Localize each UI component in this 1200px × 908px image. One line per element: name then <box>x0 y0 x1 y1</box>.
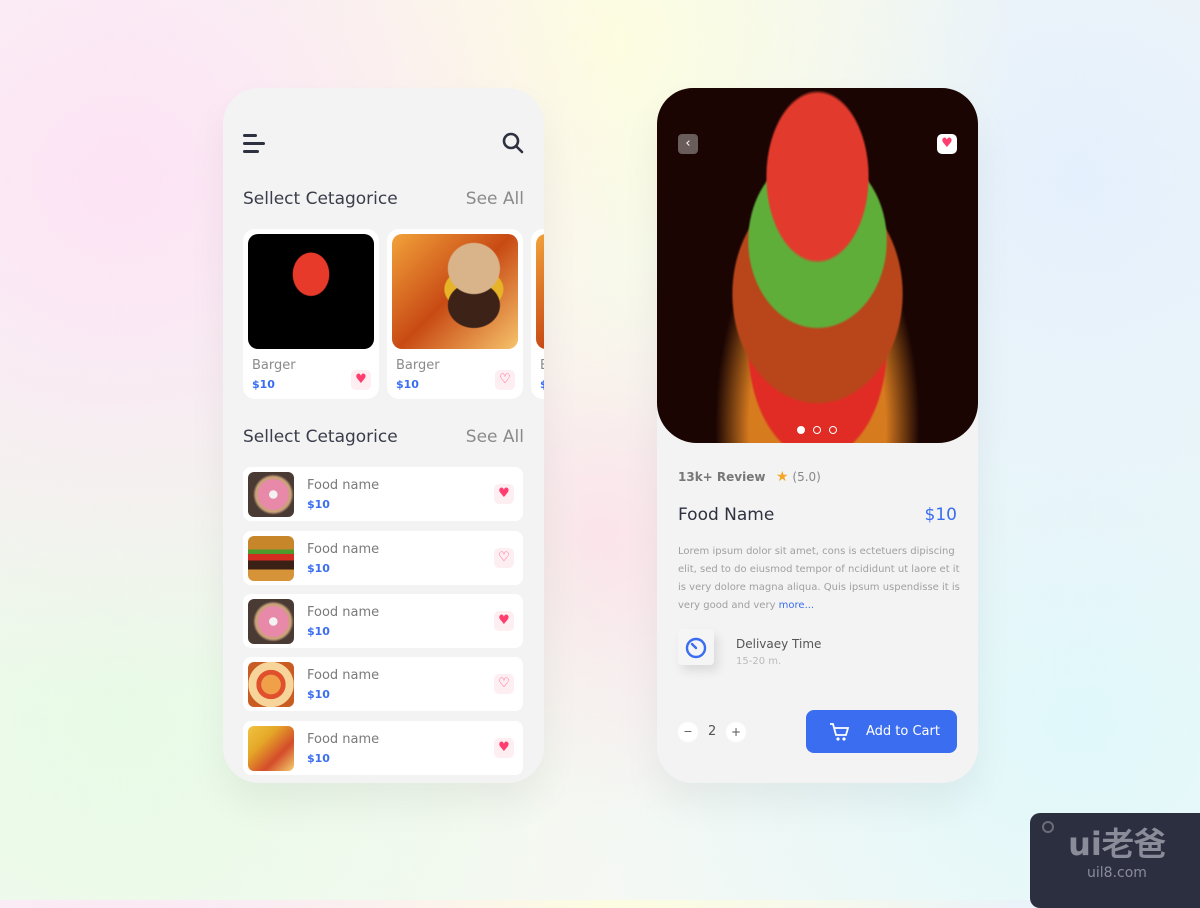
food-price: $10 <box>307 752 330 765</box>
category-card[interactable]: Barger $10 ♡ <box>387 229 523 399</box>
delivery-time: 15-20 m. <box>736 656 782 667</box>
list-item[interactable]: Food name $10 ♥ <box>243 721 523 775</box>
section-header: Sellect Cetagorice See All <box>243 427 524 447</box>
heart-filled-icon[interactable]: ♥ <box>351 370 371 390</box>
hero-burger-image[interactable]: ‹ ♥ <box>657 88 978 443</box>
burger-image <box>248 234 374 349</box>
food-price: $10 <box>924 505 957 525</box>
decrease-button[interactable]: − <box>678 722 698 742</box>
category-price: $10 <box>396 378 419 391</box>
more-link[interactable]: more... <box>779 600 814 611</box>
food-price: $10 <box>307 625 330 638</box>
heart-filled-icon[interactable]: ♥ <box>494 611 514 631</box>
search-icon[interactable] <box>502 132 524 154</box>
food-price: $10 <box>307 498 330 511</box>
category-name: Barger <box>252 358 296 373</box>
see-all-link[interactable]: See All <box>466 189 524 209</box>
heart-filled-icon[interactable]: ♥ <box>937 134 957 154</box>
list-item[interactable]: Food name $10 ♡ <box>243 657 523 711</box>
heart-outline-icon[interactable]: ♡ <box>494 548 514 568</box>
delivery-label: Delivaey Time <box>736 637 822 651</box>
category-card[interactable]: B$ <box>531 229 544 399</box>
pizza-image <box>248 662 294 707</box>
rating-value: (5.0) <box>792 470 821 484</box>
watermark: ui老爸 uil8.com <box>1030 813 1200 908</box>
description-text: Lorem ipsum dolor sit amet, cons is ecte… <box>678 546 960 611</box>
category-price: $ <box>540 378 544 391</box>
carousel-dots[interactable] <box>797 426 837 434</box>
food-list-screen: Sellect Cetagorice See All Barger $10 ♥ Bar… <box>223 88 544 783</box>
increase-button[interactable]: + <box>726 722 746 742</box>
category-name: Barger <box>396 358 440 373</box>
food-name: Food name <box>307 542 380 557</box>
section-title: Sellect Cetagorice <box>243 189 398 209</box>
heart-outline-icon[interactable]: ♡ <box>495 370 515 390</box>
food-name: Food name <box>307 668 380 683</box>
heart-outline-icon[interactable]: ♡ <box>494 674 514 694</box>
heart-filled-icon[interactable]: ♥ <box>494 738 514 758</box>
watermark-url: uil8.com <box>1087 865 1147 881</box>
cart-icon <box>830 722 850 741</box>
pasta-image <box>248 726 294 771</box>
see-all-link[interactable]: See All <box>466 427 524 447</box>
watermark-logo: ui老爸 <box>1068 825 1166 863</box>
rating: ★ (5.0) <box>776 469 821 485</box>
watermark-hole <box>1042 821 1054 833</box>
category-card[interactable]: Barger $10 ♥ <box>243 229 379 399</box>
review-count: 13k+ Review <box>678 470 766 484</box>
carousel-dot[interactable] <box>797 426 805 434</box>
quantity-value: 2 <box>708 724 717 739</box>
description: Lorem ipsum dolor sit amet, cons is ecte… <box>678 543 960 615</box>
food-price: $10 <box>307 688 330 701</box>
burger-image <box>392 234 518 349</box>
section-title: Sellect Cetagorice <box>243 427 398 447</box>
burger-image <box>248 536 294 581</box>
food-detail-screen: ‹ ♥ 13k+ Review ★ (5.0) Food Name $10 Lo… <box>657 88 978 783</box>
list-item[interactable]: Food name $10 ♡ <box>243 531 523 585</box>
food-name: Food name <box>307 605 380 620</box>
food-price: $10 <box>307 562 330 575</box>
category-name: B <box>540 358 544 373</box>
timer-icon <box>678 629 714 665</box>
list-item[interactable]: Food name $10 ♥ <box>243 467 523 521</box>
donut-image <box>248 599 294 644</box>
burger-image <box>536 234 544 349</box>
food-name: Food name <box>307 732 380 747</box>
heart-filled-icon[interactable]: ♥ <box>494 484 514 504</box>
category-carousel[interactable]: Barger$10♥ Barger$10♡ B$ <box>243 229 544 399</box>
add-to-cart-button[interactable]: Add to Cart <box>806 710 957 753</box>
menu-icon[interactable] <box>243 134 265 154</box>
carousel-dot[interactable] <box>813 426 821 434</box>
list-item[interactable]: Food name $10 ♥ <box>243 594 523 648</box>
add-to-cart-label: Add to Cart <box>866 724 940 739</box>
category-price: $10 <box>252 378 275 391</box>
section-header: Sellect Cetagorice See All <box>243 189 524 209</box>
carousel-dot[interactable] <box>829 426 837 434</box>
food-name: Food name <box>307 478 380 493</box>
back-icon[interactable]: ‹ <box>678 134 698 154</box>
star-icon: ★ <box>776 469 789 485</box>
donut-image <box>248 472 294 517</box>
food-title: Food Name <box>678 505 775 525</box>
